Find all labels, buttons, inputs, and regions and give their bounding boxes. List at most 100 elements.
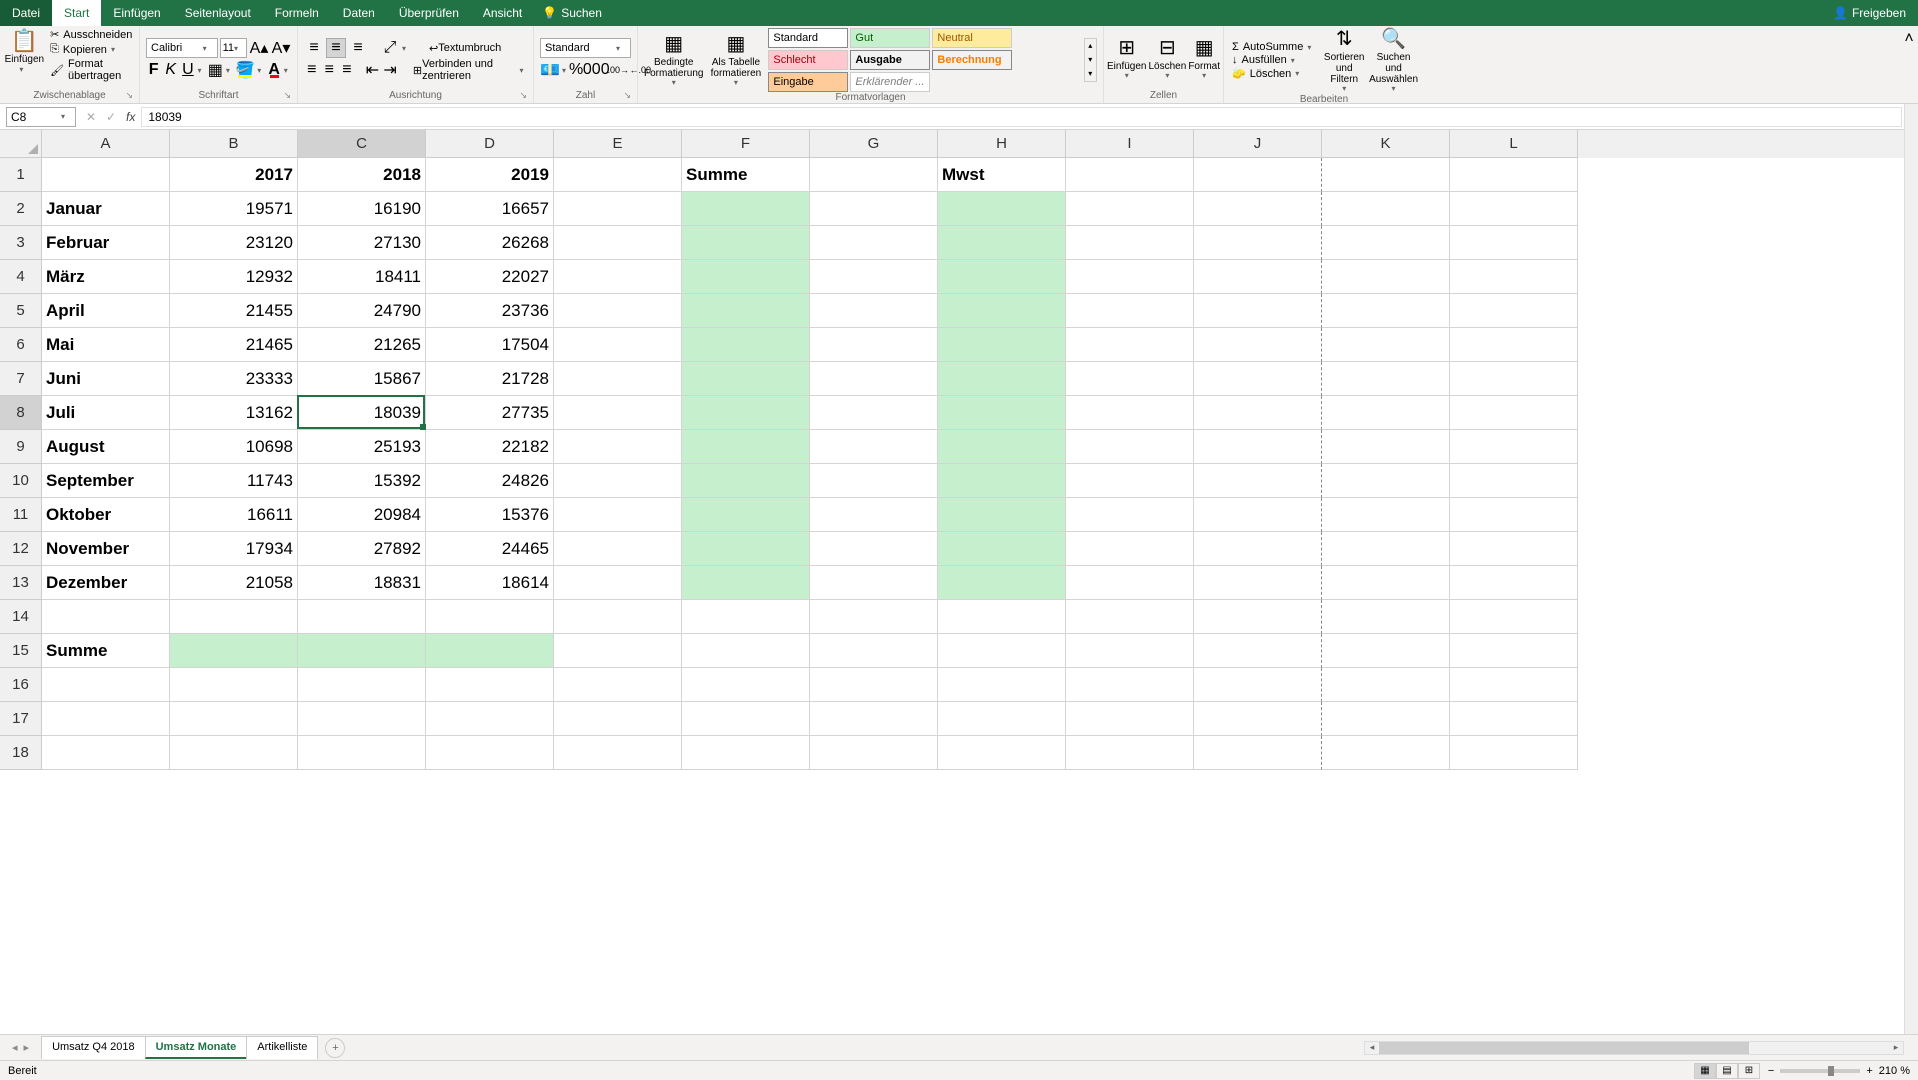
cell-J4[interactable] [1194,260,1322,294]
scroll-track[interactable] [1379,1042,1889,1054]
style-neutral[interactable]: Neutral [932,28,1012,48]
cell-J3[interactable] [1194,226,1322,260]
cell-E9[interactable] [554,430,682,464]
cell-H16[interactable] [938,668,1066,702]
cell-A1[interactable] [42,158,170,192]
cell-C6[interactable]: 21265 [298,328,426,362]
style-eingabe[interactable]: Eingabe [768,72,848,92]
cell-H4[interactable] [938,260,1066,294]
cell-C17[interactable] [298,702,426,736]
cell-H12[interactable] [938,532,1066,566]
cell-K10[interactable] [1322,464,1450,498]
cell-C7[interactable]: 15867 [298,362,426,396]
dialog-launcher-icon[interactable]: ↘ [519,90,527,101]
row-header-5[interactable]: 5 [0,294,42,328]
cell-F17[interactable] [682,702,810,736]
cell-K17[interactable] [1322,702,1450,736]
cell-D5[interactable]: 23736 [426,294,554,328]
font-name-combo[interactable]: Calibri▾ [146,38,218,58]
cell-H7[interactable] [938,362,1066,396]
row-header-13[interactable]: 13 [0,566,42,600]
cell-D14[interactable] [426,600,554,634]
cell-J12[interactable] [1194,532,1322,566]
zoom-slider-thumb[interactable] [1828,1066,1834,1076]
underline-button[interactable]: U [180,60,195,80]
cell-B11[interactable]: 16611 [170,498,298,532]
cell-L7[interactable] [1450,362,1578,396]
zoom-in-button[interactable]: + [1866,1065,1872,1077]
cell-A12[interactable]: November [42,532,170,566]
cell-I5[interactable] [1066,294,1194,328]
cell-K5[interactable] [1322,294,1450,328]
align-right-button[interactable]: ≡ [339,60,355,80]
cell-L9[interactable] [1450,430,1578,464]
scroll-thumb[interactable] [1379,1042,1749,1054]
cell-I12[interactable] [1066,532,1194,566]
cell-E8[interactable] [554,396,682,430]
cell-L8[interactable] [1450,396,1578,430]
cell-E3[interactable] [554,226,682,260]
style-berechnung[interactable]: Berechnung [932,50,1012,70]
cell-F11[interactable] [682,498,810,532]
cell-J15[interactable] [1194,634,1322,668]
formula-input[interactable]: 18039 [141,107,1902,127]
cell-C18[interactable] [298,736,426,770]
cell-C9[interactable]: 25193 [298,430,426,464]
cell-J1[interactable] [1194,158,1322,192]
row-header-12[interactable]: 12 [0,532,42,566]
cell-J8[interactable] [1194,396,1322,430]
cell-I3[interactable] [1066,226,1194,260]
cell-G16[interactable] [810,668,938,702]
cell-D12[interactable]: 24465 [426,532,554,566]
row-header-3[interactable]: 3 [0,226,42,260]
cell-H5[interactable] [938,294,1066,328]
cell-I17[interactable] [1066,702,1194,736]
cut-button[interactable]: ✂Ausschneiden [48,28,134,41]
cell-G9[interactable] [810,430,938,464]
cell-D7[interactable]: 21728 [426,362,554,396]
insert-cells-button[interactable]: ⊞Einfügen▾ [1107,28,1146,90]
cell-F18[interactable] [682,736,810,770]
cell-K6[interactable] [1322,328,1450,362]
cell-C14[interactable] [298,600,426,634]
zoom-level[interactable]: 210 % [1879,1065,1910,1077]
row-header-2[interactable]: 2 [0,192,42,226]
cell-G14[interactable] [810,600,938,634]
tab-ueberpruefen[interactable]: Überprüfen [387,0,471,26]
cell-J6[interactable] [1194,328,1322,362]
vertical-scrollbar[interactable] [1904,104,1918,1034]
delete-cells-button[interactable]: ⊟Löschen▾ [1149,28,1187,90]
cell-A18[interactable] [42,736,170,770]
tab-datei[interactable]: Datei [0,0,52,26]
percent-format-button[interactable]: % [568,60,584,80]
cell-I11[interactable] [1066,498,1194,532]
column-header-F[interactable]: F [682,130,810,158]
collapse-ribbon-button[interactable]: ˄ [1900,26,1918,103]
cell-E7[interactable] [554,362,682,396]
cell-B15[interactable] [170,634,298,668]
clear-button[interactable]: 🧽Löschen▾ [1230,67,1319,80]
number-format-combo[interactable]: Standard▾ [540,38,631,58]
scroll-right-button[interactable]: ▸ [1889,1042,1903,1054]
cell-G4[interactable] [810,260,938,294]
column-header-C[interactable]: C [298,130,426,158]
cell-E6[interactable] [554,328,682,362]
cell-J7[interactable] [1194,362,1322,396]
sort-filter-button[interactable]: ⇅Sortieren und Filtern▾ [1323,28,1365,94]
gallery-down-button[interactable]: ▾ [1085,53,1096,67]
cell-B18[interactable] [170,736,298,770]
tab-daten[interactable]: Daten [331,0,387,26]
enter-formula-button[interactable]: ✓ [102,108,120,126]
cells-area[interactable]: 201720182019SummeMwstJanuar1957116190166… [42,158,1904,1034]
cell-K13[interactable] [1322,566,1450,600]
chevron-down-icon[interactable]: ▾ [519,66,527,75]
cell-A6[interactable]: Mai [42,328,170,362]
name-box[interactable]: C8▾ [6,107,76,127]
sheet-tab-0[interactable]: Umsatz Q4 2018 [41,1036,146,1059]
row-header-14[interactable]: 14 [0,600,42,634]
cell-C13[interactable]: 18831 [298,566,426,600]
cell-B6[interactable]: 21465 [170,328,298,362]
cell-L17[interactable] [1450,702,1578,736]
cell-L15[interactable] [1450,634,1578,668]
row-header-10[interactable]: 10 [0,464,42,498]
